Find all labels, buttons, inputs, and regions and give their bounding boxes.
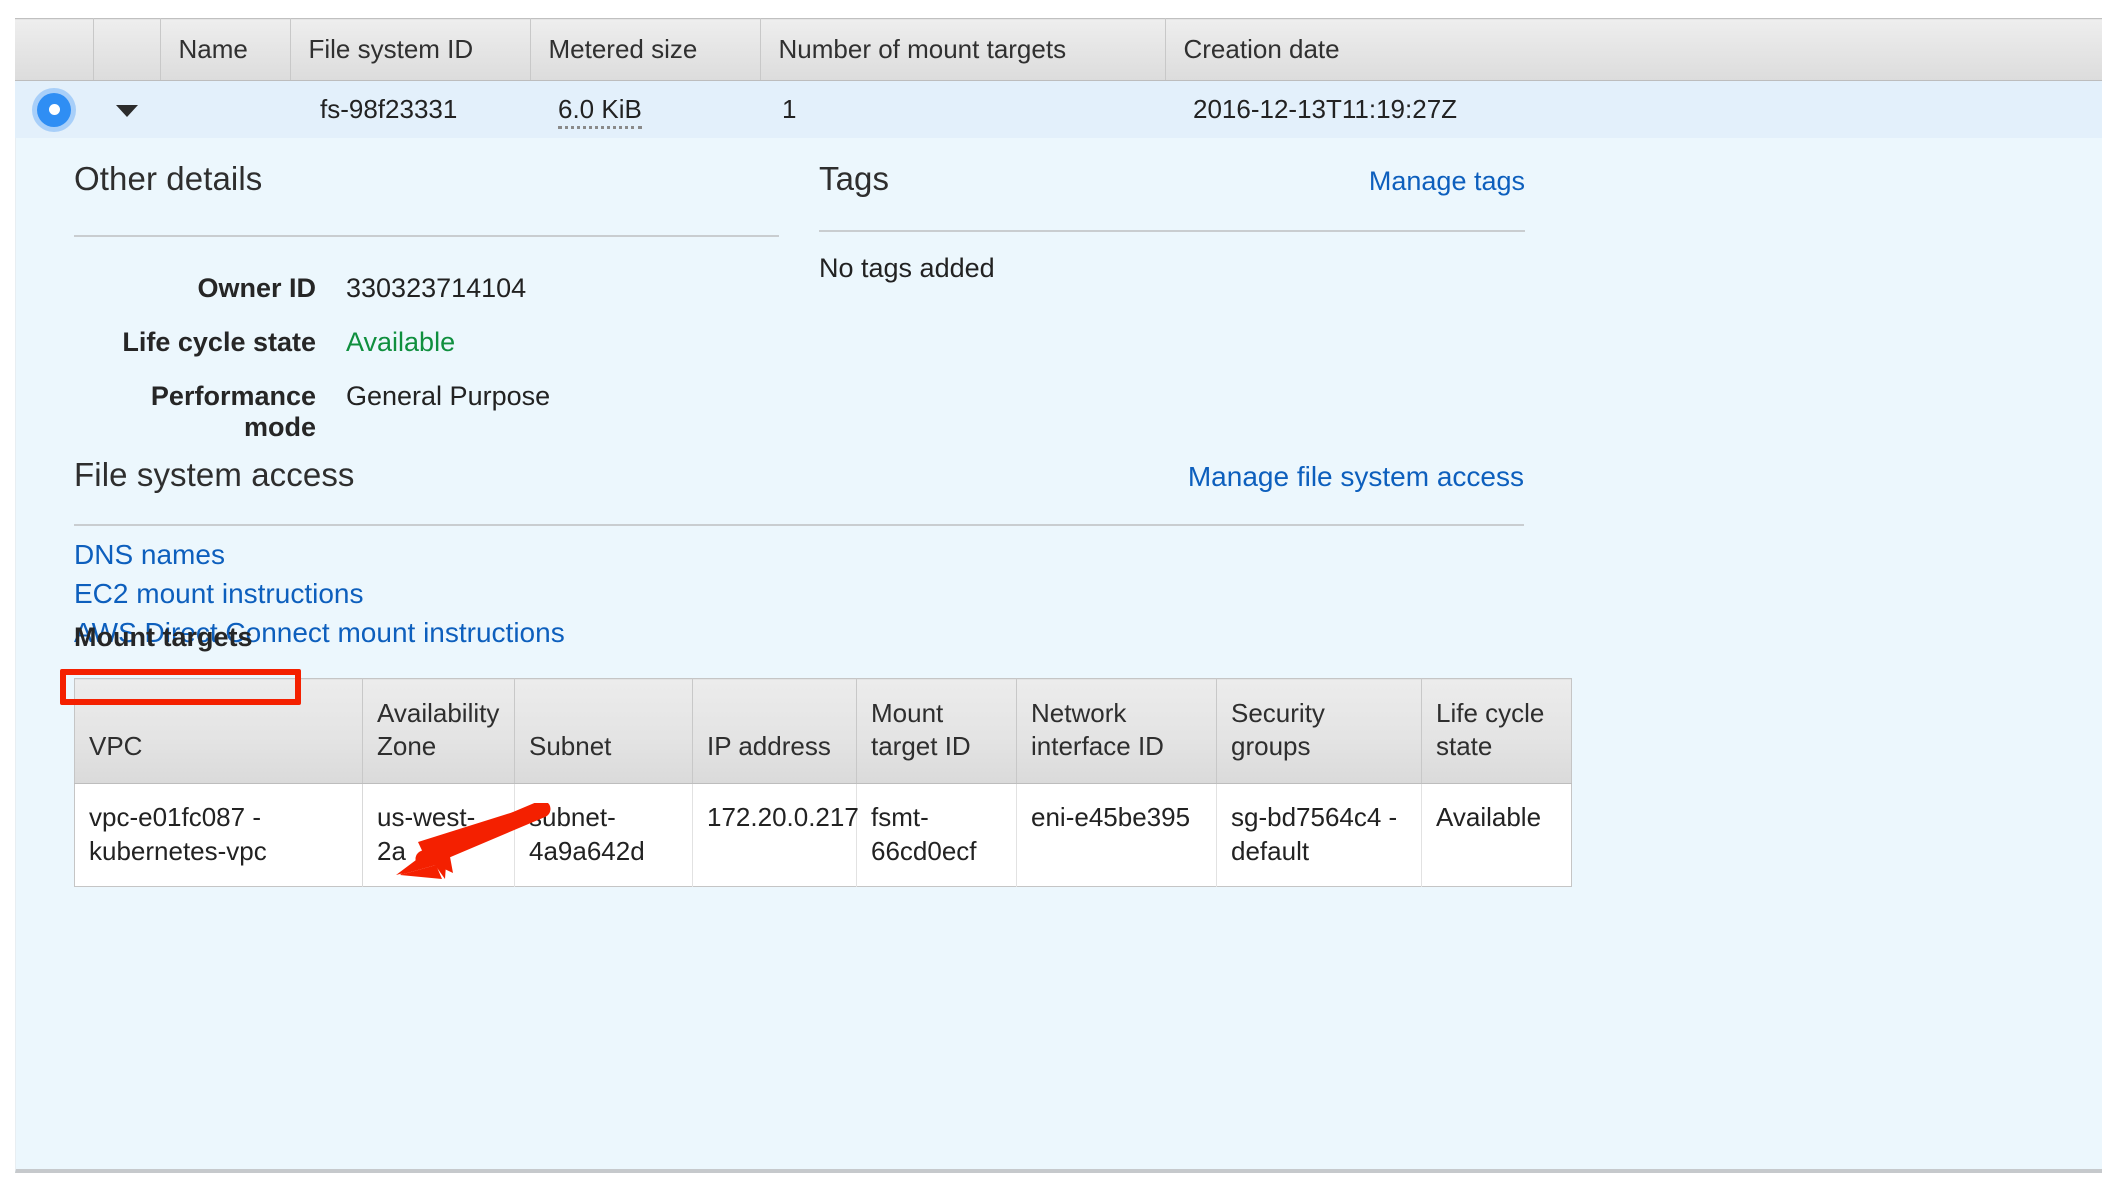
manage-file-system-access-link[interactable]: Manage file system access xyxy=(1188,461,1524,493)
mount-targets-title: Mount targets xyxy=(74,622,253,652)
tags-header: Tags Manage tags xyxy=(819,160,1525,198)
column-header-select[interactable] xyxy=(15,18,94,81)
file-system-table-header-row: Name File system ID Metered size Number … xyxy=(15,18,2102,81)
file-system-access-title: File system access xyxy=(74,456,355,493)
mt-column-header-network-interface-id: Network interface ID xyxy=(1016,678,1217,784)
radio-selected-icon[interactable] xyxy=(37,92,71,127)
field-life-cycle-state: Life cycle state Available xyxy=(74,327,779,369)
column-header-creation-date[interactable]: Creation date xyxy=(1165,18,2102,81)
mt-cell-subnet: subnet-4a9a642d xyxy=(514,783,693,887)
field-performance-mode-value: General Purpose xyxy=(346,381,551,411)
mt-cell-life-cycle-state: Available xyxy=(1421,783,1572,887)
file-system-access-divider xyxy=(74,524,1524,526)
file-system-access-header: File system access Manage file system ac… xyxy=(74,456,1524,494)
mt-cell-mount-target-id: fsmt-66cd0ecf xyxy=(856,783,1017,887)
mt-column-header-subnet: Subnet xyxy=(514,678,693,784)
cell-name xyxy=(160,80,290,139)
file-system-access-section: File system access Manage file system ac… xyxy=(74,456,1524,657)
dns-names-link[interactable]: DNS names xyxy=(74,540,225,570)
cell-number-of-mount-targets: 1 xyxy=(760,80,1165,139)
efs-filesystem-detail-page: Name File system ID Metered size Number … xyxy=(0,0,2102,1190)
manage-tags-link[interactable]: Manage tags xyxy=(1369,166,1525,197)
mt-column-header-availability-zone: Availability Zone xyxy=(362,678,515,784)
row-expand-toggle-cell[interactable] xyxy=(93,80,160,139)
ec2-mount-instructions-link[interactable]: EC2 mount instructions xyxy=(74,579,363,609)
file-system-table: Name File system ID Metered size Number … xyxy=(15,18,2102,139)
mount-target-row: vpc-e01fc087 - kubernetes-vpc us-west-2a… xyxy=(74,783,1572,887)
field-life-cycle-state-label: Life cycle state xyxy=(122,327,316,357)
file-system-detail-panel: Other details Owner ID 330323714104 Life… xyxy=(15,138,2102,1173)
mt-cell-ip-address: 172.20.0.217 xyxy=(692,783,859,887)
mt-cell-availability-zone: us-west-2a xyxy=(362,783,515,887)
field-life-cycle-state-value: Available xyxy=(346,327,456,357)
tags-divider xyxy=(819,230,1525,232)
mt-column-header-life-cycle-state: Life cycle state xyxy=(1421,678,1572,784)
field-owner-id: Owner ID 330323714104 xyxy=(74,273,779,315)
mt-cell-vpc: vpc-e01fc087 - kubernetes-vpc xyxy=(74,783,363,887)
file-system-row[interactable]: fs-98f23331 6.0 KiB 1 2016-12-13T11:19:2… xyxy=(15,80,2102,139)
mt-cell-security-groups: sg-bd7564c4 - default xyxy=(1216,783,1422,887)
column-header-metered-size[interactable]: Metered size xyxy=(530,18,761,81)
cell-creation-date: 2016-12-13T11:19:27Z xyxy=(1165,80,2102,139)
mt-column-header-mount-target-id: Mount target ID xyxy=(856,678,1017,784)
mt-column-header-vpc: VPC xyxy=(74,678,363,784)
file-system-access-links: DNS names EC2 mount instructions AWS Dir… xyxy=(74,540,1524,648)
mt-column-header-security-groups: Security groups xyxy=(1216,678,1422,784)
other-details-fields: Owner ID 330323714104 Life cycle state A… xyxy=(74,273,779,442)
other-details-section: Other details Owner ID 330323714104 Life… xyxy=(74,160,779,442)
field-owner-id-label: Owner ID xyxy=(197,273,316,303)
field-owner-id-value: 330323714104 xyxy=(346,273,527,303)
tags-section: Tags Manage tags No tags added xyxy=(819,160,1525,284)
mt-column-header-ip-address: IP address xyxy=(692,678,857,784)
cell-file-system-id: fs-98f23331 xyxy=(290,80,530,139)
column-header-file-system-id[interactable]: File system ID xyxy=(290,18,531,81)
tags-empty-message: No tags added xyxy=(819,253,995,283)
tags-title: Tags xyxy=(819,160,890,197)
mt-cell-network-interface-id: eni-e45be395 xyxy=(1016,783,1217,887)
other-details-divider xyxy=(74,235,779,237)
mount-targets-table: VPC Availability Zone Subnet IP address … xyxy=(74,678,1572,887)
other-details-title: Other details xyxy=(74,160,263,197)
column-header-expand[interactable] xyxy=(93,18,161,81)
metered-size-value: 6.0 KiB xyxy=(558,94,642,129)
field-performance-mode: Performance mode General Purpose xyxy=(74,381,779,442)
column-header-number-of-mount-targets[interactable]: Number of mount targets xyxy=(760,18,1166,81)
row-select-radio-cell[interactable] xyxy=(15,80,93,139)
field-performance-mode-label: Performance mode xyxy=(150,381,316,442)
chevron-down-icon[interactable] xyxy=(115,105,138,118)
column-header-name[interactable]: Name xyxy=(160,18,291,81)
cell-metered-size: 6.0 KiB xyxy=(530,80,760,139)
mount-targets-header-row: VPC Availability Zone Subnet IP address … xyxy=(74,678,1572,784)
